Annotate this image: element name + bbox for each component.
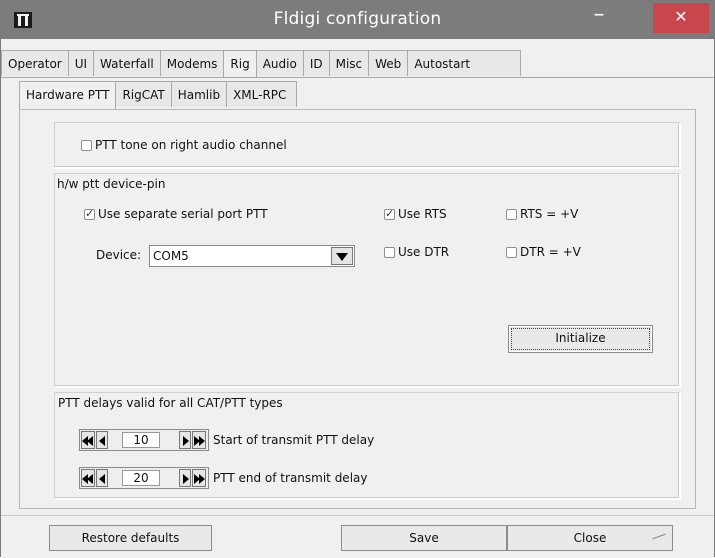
resize-grip-icon bbox=[652, 533, 666, 540]
ptt-tone-label: PTT tone on right audio channel bbox=[95, 138, 287, 152]
minimize-icon: – bbox=[593, 2, 605, 27]
use-separate-serial-checkbox[interactable] bbox=[84, 207, 95, 220]
tab-ui[interactable]: UI bbox=[67, 50, 95, 76]
hw-ptt-group-title: h/w ptt device-pin bbox=[57, 177, 166, 191]
end-delay-label: PTT end of transmit delay bbox=[213, 471, 368, 485]
dtr-positive-checkbox[interactable] bbox=[506, 247, 517, 258]
rts-positive-label: RTS = +V bbox=[520, 207, 579, 221]
end-delay-fast-decrement[interactable] bbox=[81, 469, 95, 487]
right-arrow-icon bbox=[183, 436, 189, 446]
start-delay-spinner: 10 bbox=[79, 429, 209, 451]
double-left-icon-b bbox=[87, 474, 93, 484]
start-delay-decrement[interactable] bbox=[96, 431, 108, 449]
left-arrow-icon bbox=[99, 436, 105, 446]
save-button[interactable]: Save bbox=[341, 525, 507, 551]
double-right-icon-b bbox=[199, 474, 205, 484]
start-delay-value[interactable]: 10 bbox=[122, 432, 160, 448]
use-rts-label: Use RTS bbox=[398, 207, 447, 221]
start-delay-fast-increment[interactable] bbox=[192, 431, 206, 449]
use-dtr-checkbox[interactable] bbox=[384, 247, 395, 258]
subtab-rigcat[interactable]: RigCAT bbox=[115, 81, 172, 107]
rig-subtabs: Hardware PTT RigCAT Hamlib XML-RPC bbox=[19, 81, 298, 109]
ptt-tone-checkbox[interactable] bbox=[81, 140, 92, 151]
tab-divider bbox=[1, 77, 714, 78]
tab-operator[interactable]: Operator bbox=[1, 50, 69, 76]
device-select[interactable]: COM5 bbox=[149, 245, 355, 267]
config-window: Fldigi configuration – ✕ Operator UI Wat… bbox=[0, 0, 715, 558]
use-separate-serial-label: Use separate serial port PTT bbox=[98, 207, 268, 221]
chevron-down-icon bbox=[336, 253, 348, 261]
double-left-icon-b bbox=[87, 436, 93, 446]
start-delay-fast-decrement[interactable] bbox=[81, 431, 95, 449]
tab-autostart[interactable]: Autostart bbox=[407, 50, 522, 76]
left-arrow-icon bbox=[99, 474, 105, 484]
restore-defaults-button[interactable]: Restore defaults bbox=[49, 525, 212, 551]
tab-id[interactable]: ID bbox=[302, 50, 330, 76]
use-rts-checkbox[interactable] bbox=[384, 207, 395, 220]
use-dtr-label: Use DTR bbox=[398, 245, 450, 259]
initialize-button[interactable]: Initialize bbox=[508, 325, 653, 353]
close-icon: ✕ bbox=[674, 7, 688, 26]
tab-audio[interactable]: Audio bbox=[255, 50, 304, 76]
close-button-label: Close bbox=[573, 531, 607, 545]
main-tabs: Operator UI Waterfall Modems Rig Audio I… bbox=[1, 50, 522, 78]
rts-positive-checkbox[interactable] bbox=[506, 209, 517, 220]
right-arrow-icon bbox=[183, 474, 189, 484]
device-dropdown-button[interactable] bbox=[331, 247, 353, 265]
device-label: Device: bbox=[96, 248, 142, 262]
close-button[interactable]: Close bbox=[507, 525, 673, 551]
tab-waterfall[interactable]: Waterfall bbox=[93, 50, 161, 76]
end-delay-fast-increment[interactable] bbox=[192, 469, 206, 487]
subtab-xml-rpc[interactable]: XML-RPC bbox=[226, 81, 298, 107]
end-delay-increment[interactable] bbox=[179, 469, 191, 487]
end-delay-decrement[interactable] bbox=[96, 469, 108, 487]
tab-modems[interactable]: Modems bbox=[159, 50, 225, 76]
close-window-button[interactable]: ✕ bbox=[653, 3, 709, 33]
tab-web[interactable]: Web bbox=[368, 50, 409, 76]
start-delay-increment[interactable] bbox=[179, 431, 191, 449]
ptt-delays-title: PTT delays valid for all CAT/PTT types bbox=[58, 396, 283, 410]
tab-rig[interactable]: Rig bbox=[223, 50, 257, 78]
device-value: COM5 bbox=[153, 249, 189, 263]
title-bar[interactable]: Fldigi configuration – ✕ bbox=[1, 1, 714, 39]
hw-ptt-group bbox=[54, 173, 680, 387]
double-right-icon-b bbox=[199, 436, 205, 446]
end-delay-value[interactable]: 20 bbox=[122, 470, 160, 486]
tab-misc[interactable]: Misc bbox=[328, 50, 370, 76]
dtr-positive-label: DTR = +V bbox=[520, 245, 581, 259]
start-delay-label: Start of transmit PTT delay bbox=[213, 433, 375, 447]
subtab-hardware-ptt[interactable]: Hardware PTT bbox=[19, 81, 117, 109]
minimize-button[interactable]: – bbox=[575, 2, 623, 33]
end-delay-spinner: 20 bbox=[79, 467, 209, 489]
subtab-hamlib[interactable]: Hamlib bbox=[170, 81, 228, 107]
